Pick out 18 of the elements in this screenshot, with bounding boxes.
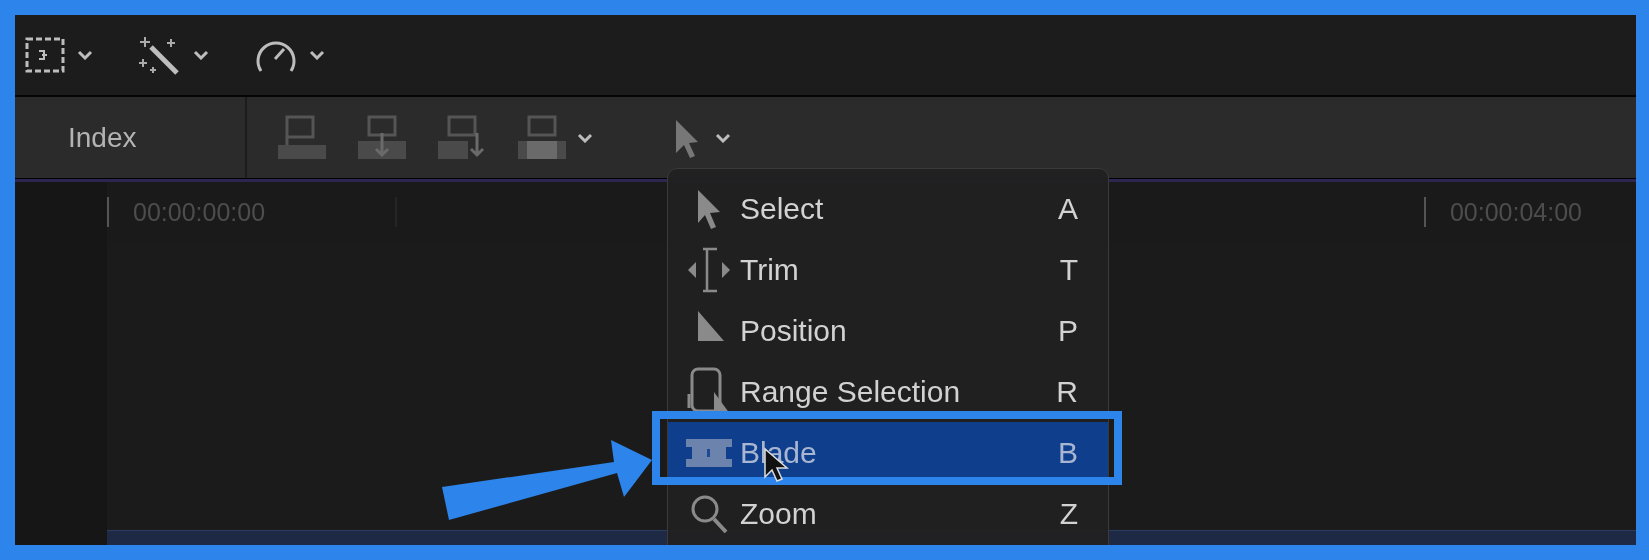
overwrite-clip-icon[interactable]	[517, 114, 567, 161]
menu-item[interactable]: Select A	[668, 178, 1108, 239]
menu-item[interactable]: Zoom Z	[668, 483, 1108, 544]
chevron-icon[interactable]	[77, 50, 93, 60]
pointer-icon[interactable]	[673, 117, 701, 158]
menu-item[interactable]: Trim T	[668, 239, 1108, 300]
chevron-icon[interactable]	[577, 132, 593, 143]
menu-item[interactable]: Position P	[668, 300, 1108, 361]
index-tab[interactable]: Index	[68, 121, 137, 154]
chevron-icon[interactable]	[193, 50, 209, 60]
trim-icon	[686, 245, 732, 294]
chevron-icon[interactable]	[309, 50, 325, 60]
insert-clip-icon[interactable]	[357, 114, 407, 161]
layout-icon[interactable]	[23, 35, 67, 75]
connect-clip-icon[interactable]	[277, 114, 327, 161]
append-clip-icon[interactable]	[437, 114, 487, 161]
chevron-icon[interactable]	[715, 132, 731, 143]
menu-item[interactable]: Range Selection R	[668, 361, 1108, 422]
